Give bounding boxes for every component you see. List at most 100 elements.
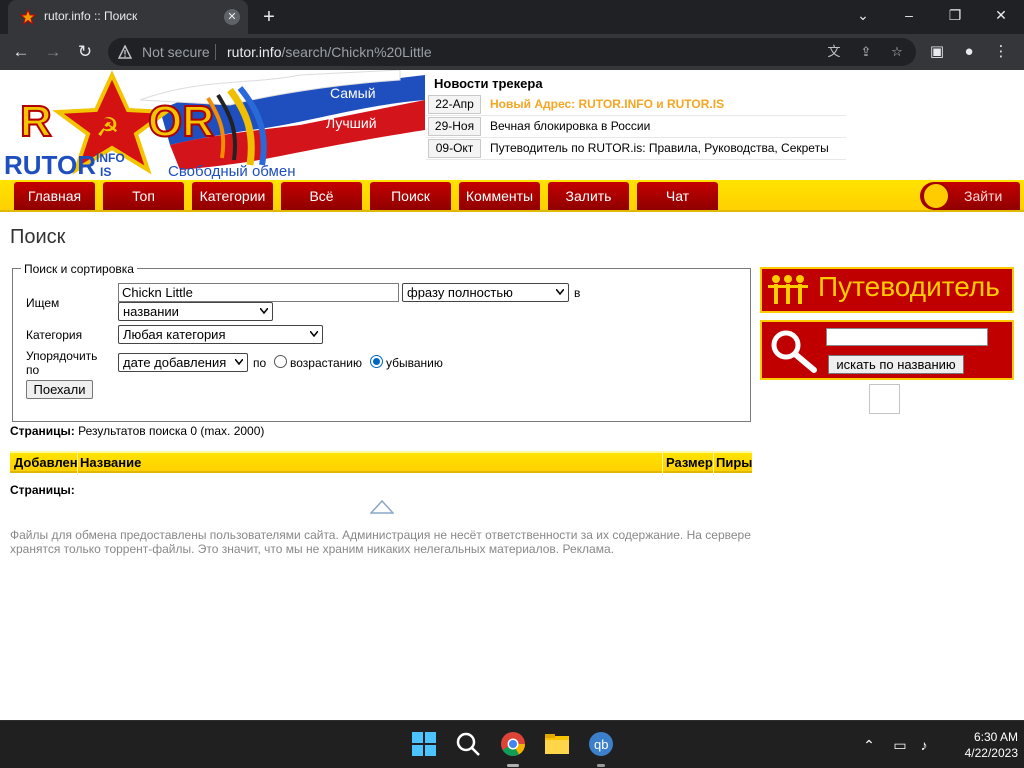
tab-close-icon[interactable]: ✕ bbox=[224, 9, 240, 25]
news-link[interactable]: Новый Адрес: RUTOR.INFO и RUTOR.IS bbox=[490, 97, 724, 111]
chevron-down-icon bbox=[556, 289, 564, 295]
chevron-down-icon bbox=[260, 308, 268, 314]
search-query-input[interactable]: Chickn Little bbox=[118, 283, 399, 302]
login-key-icon bbox=[922, 182, 950, 210]
sort-value: дате добавления bbox=[123, 355, 227, 370]
menu-item-all[interactable]: Всё bbox=[281, 182, 362, 210]
new-tab-button[interactable]: + bbox=[258, 6, 280, 28]
svg-text:qb: qb bbox=[594, 737, 608, 752]
svg-text:☭: ☭ bbox=[96, 112, 119, 142]
sidebar-search-input[interactable] bbox=[826, 328, 988, 346]
main-menu-bar: Главная Топ Категории Всё Поиск Комменты… bbox=[0, 180, 1024, 212]
volume-icon[interactable]: ♪ bbox=[915, 736, 933, 754]
menu-item-home[interactable]: Главная bbox=[14, 182, 95, 210]
qbittorrent-icon[interactable]: qb bbox=[588, 731, 614, 757]
forward-icon[interactable]: → bbox=[42, 41, 64, 63]
address-bar[interactable]: Not secure rutor.info/search/Chickn%20Li… bbox=[108, 38, 916, 66]
news-link[interactable]: Вечная блокировка в России bbox=[490, 119, 650, 133]
column-name[interactable]: Название bbox=[80, 455, 141, 470]
clock-time: 6:30 AM bbox=[973, 730, 1018, 744]
sidebar-search: искать по названию bbox=[760, 320, 1014, 380]
menu-item-chat[interactable]: Чат bbox=[637, 182, 718, 210]
column-size[interactable]: Размер bbox=[666, 455, 713, 470]
match-mode-select[interactable]: фразу полностью bbox=[402, 283, 569, 302]
news-item: 29-Ноя Вечная блокировка в России bbox=[426, 116, 846, 138]
tray-overflow-icon[interactable]: ⌃ bbox=[860, 736, 878, 754]
news-date: 09-Окт bbox=[428, 139, 481, 158]
chrome-icon[interactable] bbox=[500, 731, 526, 757]
ascending-label: возрастанию bbox=[290, 356, 362, 370]
url-path: /search/Chickn%20Little bbox=[281, 44, 432, 60]
column-added[interactable]: Добавлен bbox=[14, 455, 78, 470]
broken-image-icon bbox=[869, 384, 900, 414]
logo-tagline: Свободный обмен bbox=[168, 163, 296, 180]
restore-icon[interactable]: ❐ bbox=[943, 5, 967, 25]
translate-icon[interactable]: 文 bbox=[826, 44, 842, 60]
match-mode-value: фразу полностью bbox=[407, 285, 513, 300]
by-label: по bbox=[253, 356, 267, 370]
column-peers[interactable]: Пиры bbox=[716, 455, 752, 470]
side-panel-icon[interactable]: ▣ bbox=[927, 42, 947, 62]
logo-brand-info: INFO bbox=[96, 151, 125, 165]
windows-taskbar: qb ⌃ ▭ ♪ 6:30 AM 4/22/2023 bbox=[0, 720, 1024, 768]
column-divider bbox=[77, 453, 78, 475]
omnibox-separator bbox=[215, 44, 216, 60]
pages-bottom: Страницы: bbox=[10, 483, 75, 497]
url-text[interactable]: rutor.info/search/Chickn%20Little bbox=[227, 44, 432, 60]
menu-item-top[interactable]: Топ bbox=[103, 182, 184, 210]
footer-ads-link[interactable]: Реклама. bbox=[562, 542, 613, 556]
tab-title: rutor.info :: Поиск bbox=[44, 9, 138, 23]
menu-kebab-icon[interactable]: ⋮ bbox=[991, 42, 1011, 62]
minimize-icon[interactable]: – bbox=[897, 5, 921, 25]
chrome-running-indicator bbox=[507, 764, 519, 767]
people-icon bbox=[768, 275, 808, 304]
back-icon[interactable]: ← bbox=[10, 41, 32, 63]
field-scope-value: названии bbox=[123, 304, 179, 319]
login-button[interactable]: Зайти bbox=[920, 182, 1020, 210]
search-form-legend: Поиск и сортировка bbox=[21, 262, 137, 276]
menu-item-categories[interactable]: Категории bbox=[192, 182, 273, 210]
search-by-title-button[interactable]: искать по названию bbox=[828, 355, 964, 374]
profile-avatar-icon[interactable]: ● bbox=[959, 42, 979, 62]
network-icon[interactable]: ▭ bbox=[891, 736, 909, 754]
menu-item-comments[interactable]: Комменты bbox=[459, 182, 540, 210]
scroll-to-top-icon[interactable] bbox=[370, 500, 394, 514]
news-item: 22-Апр Новый Адрес: RUTOR.INFO и RUTOR.I… bbox=[426, 94, 846, 116]
category-select[interactable]: Любая категория bbox=[118, 325, 323, 344]
reload-icon[interactable]: ↻ bbox=[74, 41, 96, 63]
search-icon[interactable] bbox=[455, 731, 481, 757]
guide-label: Путеводитель bbox=[818, 271, 1000, 302]
tab-search-icon[interactable]: ⌄ bbox=[851, 5, 875, 25]
url-host: rutor.info bbox=[227, 44, 282, 60]
news-link[interactable]: Путеводитель по RUTOR.is: Правила, Руков… bbox=[490, 141, 829, 155]
search-form: Поиск и сортировка Ищем Chickn Little фр… bbox=[12, 262, 751, 422]
logo-slogan-1: Самый bbox=[330, 85, 376, 101]
news-item: 09-Окт Путеводитель по RUTOR.is: Правила… bbox=[426, 138, 846, 160]
column-divider bbox=[662, 453, 663, 475]
sort-ascending-radio[interactable] bbox=[274, 355, 287, 368]
column-divider bbox=[713, 453, 714, 475]
guide-banner[interactable]: Путеводитель bbox=[760, 267, 1014, 313]
footer-text: Файлы для обмена предоставлены пользоват… bbox=[10, 528, 751, 556]
sort-descending-radio[interactable] bbox=[370, 355, 383, 368]
share-icon[interactable]: ⇪ bbox=[858, 44, 874, 60]
windows-start-icon[interactable] bbox=[411, 731, 437, 757]
file-explorer-icon[interactable] bbox=[544, 731, 570, 757]
chevron-down-icon bbox=[310, 331, 318, 337]
window-close-icon[interactable]: ✕ bbox=[989, 5, 1013, 25]
rutor-logo[interactable]: ☭ R OR Самый Лучший Трекер RUTOR INFO IS… bbox=[0, 70, 425, 182]
bookmark-star-icon[interactable]: ☆ bbox=[889, 44, 905, 60]
field-scope-select[interactable]: названии bbox=[118, 302, 273, 321]
not-secure-warning-icon bbox=[118, 45, 132, 59]
submit-search-button[interactable]: Поехали bbox=[26, 380, 93, 399]
browser-tab[interactable]: rutor.info :: Поиск ✕ bbox=[8, 0, 248, 34]
login-label: Зайти bbox=[964, 188, 1003, 204]
pages-label: Страницы: bbox=[10, 424, 75, 438]
system-clock[interactable]: 6:30 AM 4/22/2023 bbox=[940, 729, 1018, 761]
security-label[interactable]: Not secure bbox=[142, 44, 210, 60]
menu-item-search[interactable]: Поиск bbox=[370, 182, 451, 210]
menu-item-upload[interactable]: Залить bbox=[548, 182, 629, 210]
results-count: Результатов поиска 0 (max. 2000) bbox=[78, 424, 265, 438]
sort-label: Упорядочить по bbox=[26, 349, 98, 377]
sort-select[interactable]: дате добавления bbox=[118, 353, 248, 372]
